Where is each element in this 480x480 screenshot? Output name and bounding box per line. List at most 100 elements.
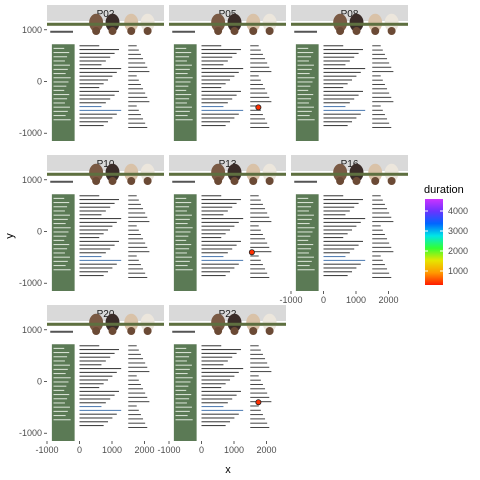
hero-foliage: [47, 172, 164, 176]
article-text-line: [79, 233, 104, 235]
article-text-line: [201, 375, 235, 377]
sidebar-right-text-line: [128, 49, 139, 51]
facet-panel: P22: [169, 305, 286, 441]
sidebar-text-line: [297, 227, 315, 229]
sidebar-text-line: [175, 385, 189, 387]
legend-tick-label: 2000: [448, 246, 468, 256]
sidebar-text-line: [175, 368, 190, 370]
sidebar-right-text-line: [372, 83, 385, 85]
article-text-line: [323, 271, 353, 273]
article-text-line: [79, 221, 117, 223]
article-text-line: [201, 71, 239, 73]
article-text-line: [201, 202, 237, 204]
sidebar-right-text-line: [250, 58, 266, 60]
sidebar-text-line: [175, 202, 192, 204]
article-text-line: [323, 94, 359, 96]
sidebar-right-text-line: [128, 409, 139, 411]
facet-panel: P02: [47, 5, 164, 141]
sidebar-text-line: [53, 68, 68, 70]
article-text-line: [201, 49, 241, 51]
sidebar-text-line: [175, 389, 187, 391]
article-text-line: [323, 218, 366, 220]
article-text-line: [201, 248, 233, 250]
sidebar-text-line: [175, 360, 187, 362]
article-text-line: [201, 256, 224, 258]
sidebar-block: [295, 44, 319, 141]
sidebar-text-line: [175, 410, 190, 412]
sidebar-text-line: [53, 252, 65, 254]
article-text-line: [79, 64, 102, 66]
hero-person-head: [249, 177, 258, 185]
article-text-line: [79, 109, 122, 111]
sidebar-right-text-line: [128, 396, 148, 398]
sidebar-right-text-line: [372, 221, 394, 223]
x-tick-label: 2000: [378, 295, 398, 305]
article-text-line: [79, 406, 102, 408]
sidebar-text-line: [175, 106, 192, 108]
article-text-line: [201, 345, 222, 347]
sidebar-text-line: [53, 106, 70, 108]
article-text-line: [201, 98, 233, 100]
sidebar-right-text-line: [372, 79, 383, 81]
hero-person-head: [352, 177, 361, 185]
sidebar-right-text-line: [128, 276, 148, 278]
hero-person-head: [143, 27, 152, 35]
sidebar-right-text-line: [250, 203, 263, 205]
sidebar-text-line: [297, 239, 309, 241]
hero-person-head: [127, 177, 136, 185]
article-text-line: [79, 218, 122, 220]
article-text-line: [79, 398, 111, 400]
sidebar-right-text-line: [250, 88, 266, 90]
article-text-line: [323, 210, 350, 212]
sidebar-text-line: [175, 252, 187, 254]
article-text-line: [201, 406, 224, 408]
article-text-line: [79, 271, 109, 273]
sidebar-text-line: [297, 218, 312, 220]
sidebar-right-text-line: [128, 195, 137, 197]
sidebar-right-text-line: [372, 229, 383, 231]
article-text-line: [323, 102, 350, 104]
article-text-line: [201, 379, 231, 381]
sidebar-right-text-line: [128, 371, 150, 373]
article-text-line: [79, 206, 111, 208]
sidebar-block: [173, 194, 197, 291]
sidebar-right-text-line: [372, 251, 394, 253]
sidebar-right-text-line: [250, 45, 259, 47]
x-tick-label: 0: [321, 295, 326, 305]
article-text-line: [201, 113, 239, 115]
sidebar-right-text-line: [250, 118, 266, 120]
sidebar-right-text-line: [128, 96, 148, 98]
sidebar-right-text-line: [250, 101, 272, 103]
sidebar-text-line: [175, 60, 187, 62]
sidebar-text-line: [297, 231, 313, 233]
sidebar-text-line: [53, 364, 70, 366]
sidebar-right-text-line: [128, 118, 144, 120]
article-text-line: [79, 275, 104, 277]
sidebar-right-text-line: [250, 79, 261, 81]
article-text-line: [79, 68, 122, 70]
sidebar-right-text-line: [128, 259, 139, 261]
article-text-line: [79, 240, 119, 242]
sidebar-text-line: [53, 110, 68, 112]
hero-person-head: [265, 27, 274, 35]
article-text-line: [79, 237, 100, 239]
article-text-line: [201, 52, 237, 54]
article-text-line: [201, 106, 224, 108]
x-tick-label: 1000: [346, 295, 366, 305]
article-text-line: [201, 90, 241, 92]
sidebar-text-line: [53, 64, 70, 66]
sidebar-right-text-line: [128, 401, 150, 403]
sidebar-right-text-line: [128, 199, 139, 201]
sidebar-right-text-line: [128, 358, 144, 360]
article-text-line: [201, 109, 244, 111]
sidebar-right-text-line: [128, 366, 148, 368]
hero-person-head: [249, 327, 258, 335]
sidebar-right-text-line: [250, 379, 261, 381]
article-text-line: [201, 349, 241, 351]
sidebar-text-line: [297, 235, 311, 237]
article-text-line: [201, 102, 228, 104]
sidebar-right-text-line: [128, 45, 137, 47]
sidebar-right-text-line: [250, 242, 268, 244]
sidebar-right-text-line: [372, 88, 388, 90]
article-text-line: [79, 56, 111, 58]
